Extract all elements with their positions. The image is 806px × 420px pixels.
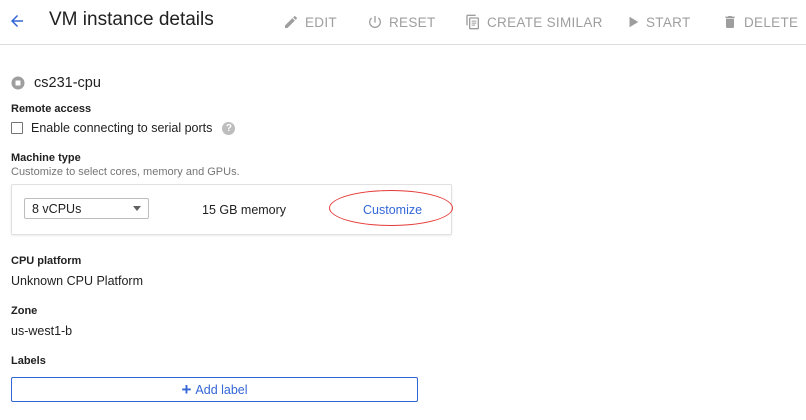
stopped-icon <box>11 76 25 90</box>
add-label-text: Add label <box>195 382 248 397</box>
add-label-button[interactable]: + Add label <box>11 377 418 402</box>
copy-document-icon <box>466 14 479 30</box>
instance-header: cs231-cpu <box>11 75 101 91</box>
start-button[interactable]: START <box>626 12 691 32</box>
edit-label: EDIT <box>305 14 337 30</box>
labels-heading: Labels <box>11 355 46 367</box>
cpu-platform-value: Unknown CPU Platform <box>11 274 143 288</box>
serial-ports-label: Enable connecting to serial ports <box>31 121 213 135</box>
delete-label: DELETE <box>744 14 799 30</box>
vcpu-select[interactable]: 8 vCPUs <box>24 198 149 219</box>
header-bar: VM instance details EDIT RESET CREATE SI… <box>0 0 806 45</box>
zone-heading: Zone <box>11 305 38 317</box>
cpu-platform-heading: CPU platform <box>11 255 82 267</box>
memory-value: 15 GB memory <box>202 203 287 217</box>
machine-type-hint: Customize to select cores, memory and GP… <box>11 166 240 178</box>
delete-button[interactable]: DELETE <box>722 12 798 32</box>
serial-ports-checkbox[interactable] <box>11 122 23 134</box>
serial-ports-option: Enable connecting to serial ports ? <box>11 121 236 135</box>
customize-link[interactable]: Customize <box>363 203 422 217</box>
pencil-icon <box>285 15 298 28</box>
dropdown-caret-icon <box>133 206 141 211</box>
machine-type-card: 8 vCPUs 15 GB memory Customize <box>11 184 452 235</box>
machine-type-heading: Machine type <box>11 152 81 164</box>
reset-label: RESET <box>389 14 436 30</box>
help-icon[interactable]: ? <box>222 121 236 135</box>
instance-name: cs231-cpu <box>34 75 101 91</box>
reset-button[interactable]: RESET <box>367 12 436 32</box>
start-label: START <box>646 14 691 30</box>
back-arrow-icon[interactable] <box>6 10 28 32</box>
page-title: VM instance details <box>49 9 214 30</box>
trash-icon <box>725 16 735 28</box>
create-similar-label: CREATE SIMILAR <box>487 14 603 30</box>
play-icon <box>629 16 639 28</box>
power-icon <box>369 16 381 28</box>
create-similar-button[interactable]: CREATE SIMILAR <box>465 12 603 32</box>
vcpu-select-value: 8 vCPUs <box>32 201 82 216</box>
plus-icon: + <box>181 380 192 399</box>
remote-access-heading: Remote access <box>11 103 92 115</box>
zone-value: us-west1-b <box>11 324 73 338</box>
edit-button[interactable]: EDIT <box>283 12 337 32</box>
